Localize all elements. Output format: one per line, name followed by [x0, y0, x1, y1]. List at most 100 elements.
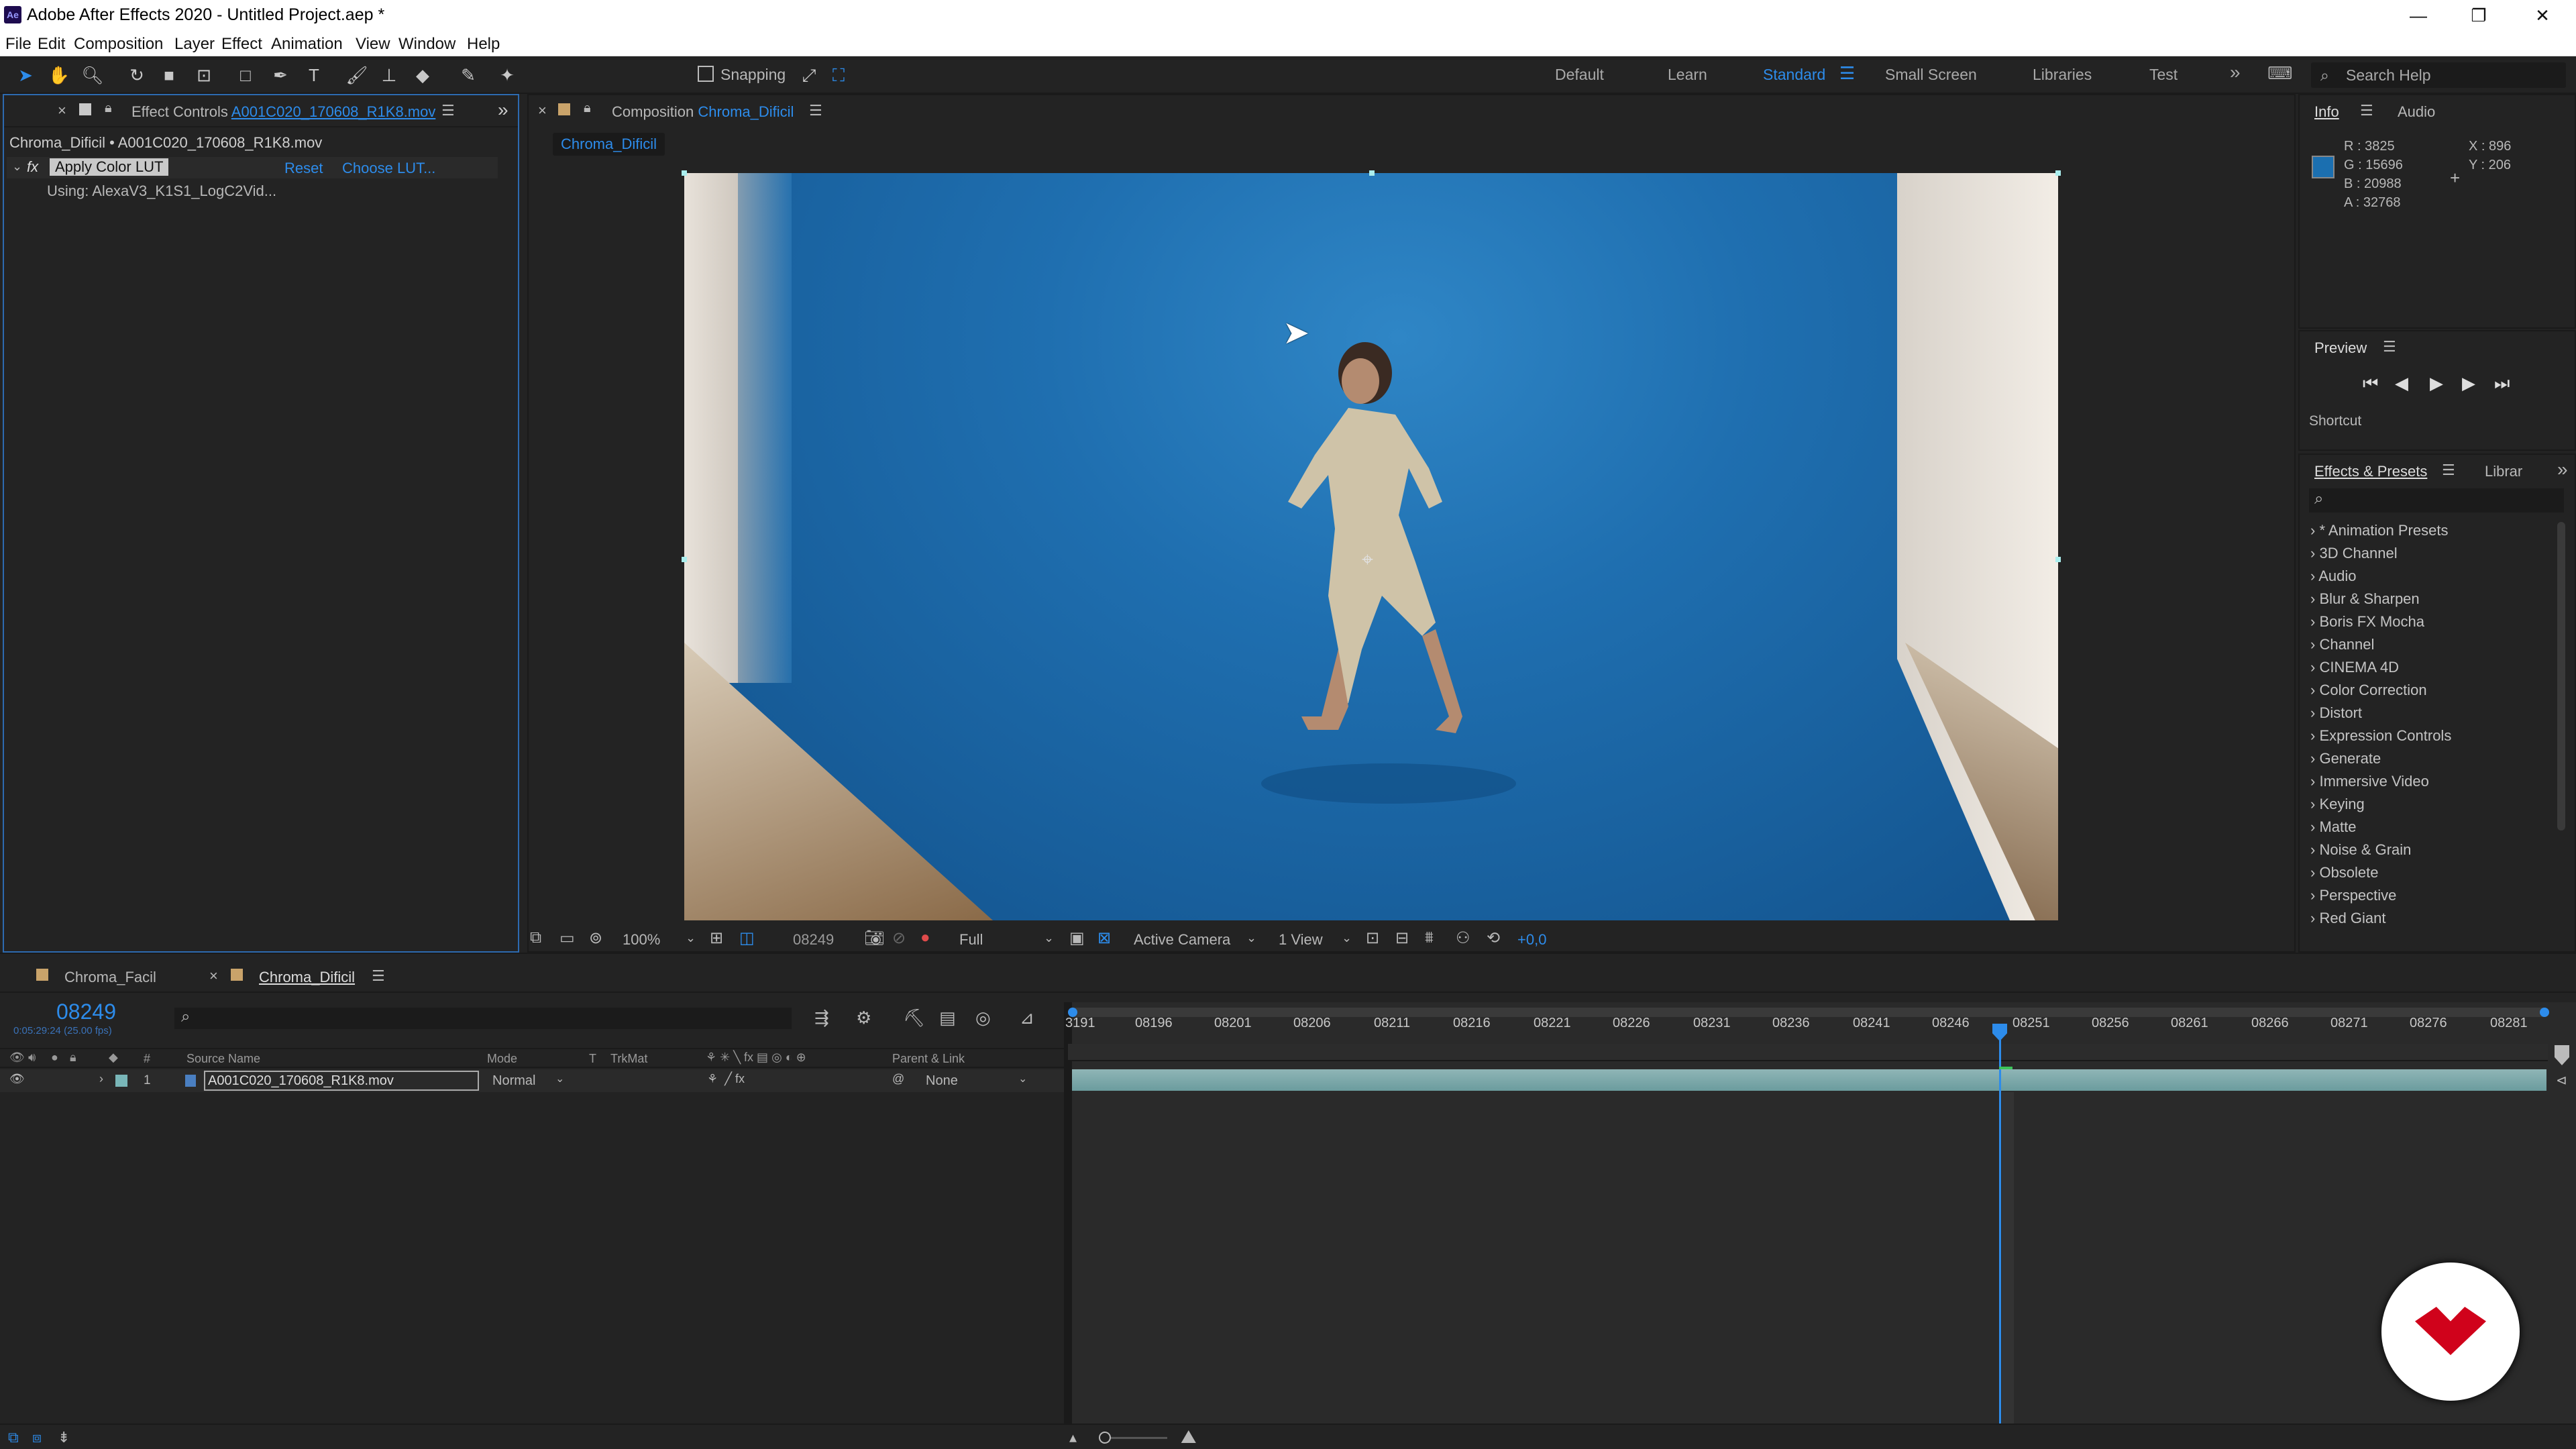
comp-subtab[interactable]: Chroma_Dificil: [553, 133, 665, 156]
search-help-input[interactable]: ⌕ Search Help: [2311, 62, 2566, 88]
fx-icon[interactable]: fx: [27, 158, 38, 176]
fx-category-item[interactable]: › Noise & Grain: [2310, 841, 2411, 859]
layer-expand-icon[interactable]: ›: [99, 1072, 103, 1086]
expand-panels-icon[interactable]: »: [498, 99, 508, 121]
close-tab-icon[interactable]: ×: [209, 967, 218, 985]
timeline-icon[interactable]: ⩩: [1425, 928, 1434, 947]
snapshot-icon[interactable]: 📷︎: [864, 928, 884, 948]
eraser-tool-icon[interactable]: ◆: [409, 62, 436, 89]
layer-label-color[interactable]: [115, 1075, 127, 1087]
workspace-learn[interactable]: Learn: [1668, 66, 1707, 84]
fx-category-item[interactable]: › Expression Controls: [2310, 727, 2451, 745]
last-frame-icon[interactable]: ⏭: [2494, 373, 2510, 394]
always-preview-icon[interactable]: ⧉: [530, 928, 541, 947]
camera-select[interactable]: Active Camera: [1134, 931, 1230, 949]
timeline-menu-icon[interactable]: ☰: [372, 967, 385, 985]
layer-duration-bar[interactable]: [1072, 1069, 2546, 1091]
time-ruler[interactable]: [1068, 1044, 2548, 1061]
handle-top-left[interactable]: [682, 170, 687, 176]
exposure-value[interactable]: +0,0: [1517, 931, 1546, 949]
target-region-icon[interactable]: ▣: [1069, 928, 1085, 948]
menu-window[interactable]: Window: [398, 35, 455, 54]
workspace-test[interactable]: Test: [2149, 66, 2178, 84]
layer-search-input[interactable]: ⌕: [174, 1008, 792, 1029]
menu-edit[interactable]: Edit: [38, 35, 65, 54]
composition-viewer[interactable]: ⌖ ➤: [684, 173, 2058, 920]
fx-category-item[interactable]: › Generate: [2310, 750, 2381, 767]
parent-dropdown-icon[interactable]: ⌄: [1018, 1072, 1027, 1085]
fx-category-item[interactable]: › Channel: [2310, 636, 2374, 653]
header-mode[interactable]: Mode: [487, 1052, 517, 1066]
workspace-small-screen[interactable]: Small Screen: [1885, 66, 1977, 84]
close-tab-icon[interactable]: ×: [58, 102, 66, 119]
work-area-end[interactable]: [2540, 1008, 2549, 1017]
zoom-level[interactable]: 100%: [623, 931, 660, 949]
view-dropdown-icon[interactable]: ⌄: [1342, 931, 1352, 945]
view-layout-select[interactable]: 1 View: [1279, 931, 1323, 949]
choose-lut-button[interactable]: Choose LUT...: [342, 160, 435, 177]
workspace-menu-icon[interactable]: ☰: [1839, 63, 1855, 84]
close-tab-icon[interactable]: ×: [538, 102, 547, 119]
effect-controls-tab[interactable]: Effect Controls A001C020_170608_R1K8.mov: [131, 103, 435, 121]
preview-menu-icon[interactable]: ☰: [2383, 338, 2396, 356]
rotate-tool-icon[interactable]: ↻: [123, 62, 150, 89]
menu-layer[interactable]: Layer: [174, 35, 215, 54]
handle-right[interactable]: [2055, 557, 2061, 562]
effects-menu-icon[interactable]: ☰: [2442, 462, 2455, 479]
workspace-standard[interactable]: Standard: [1763, 66, 1825, 84]
lock-switch-icon[interactable]: 🔒︎: [70, 1051, 76, 1065]
minimize-button[interactable]: —: [2388, 3, 2449, 28]
layer-switches-toggle-icon[interactable]: ⧉: [8, 1429, 19, 1446]
panel-splitter[interactable]: [1064, 1002, 1072, 1449]
next-frame-icon[interactable]: ▶: [2462, 373, 2475, 394]
panel-menu-icon[interactable]: ☰: [809, 102, 822, 119]
fx-category-item[interactable]: › Obsolete: [2310, 864, 2379, 881]
brush-tool-icon[interactable]: 🖌︎: [343, 62, 370, 89]
video-switch-icon[interactable]: 👁︎: [9, 1051, 25, 1065]
mode-dropdown-icon[interactable]: ⌄: [555, 1072, 564, 1085]
menu-composition[interactable]: Composition: [74, 35, 163, 54]
header-trkmat[interactable]: TrkMat: [610, 1052, 647, 1066]
menu-animation[interactable]: Animation: [271, 35, 343, 54]
transparency-grid-icon[interactable]: ⊠: [1097, 928, 1111, 948]
zoom-tool-icon[interactable]: 🔍︎: [79, 62, 106, 89]
lock-icon[interactable]: 🔒︎: [584, 101, 591, 116]
motion-blur-icon[interactable]: ◎: [975, 1008, 991, 1028]
monitor-icon[interactable]: ▭: [559, 928, 575, 948]
fx-category-item[interactable]: › Matte: [2310, 818, 2356, 836]
clone-stamp-tool-icon[interactable]: ⊥: [376, 62, 402, 89]
layer-visibility-icon[interactable]: 👁︎: [9, 1072, 25, 1086]
toggle-pixel-aspect-icon[interactable]: ⊡: [1366, 928, 1379, 948]
menu-file[interactable]: File: [5, 35, 32, 54]
graph-editor-icon[interactable]: ⊿: [1020, 1008, 1034, 1028]
audio-switch-icon[interactable]: 🔊︎: [28, 1051, 36, 1065]
fx-category-item[interactable]: › Blur & Sharpen: [2310, 590, 2420, 608]
time-zoom-handle[interactable]: [1099, 1432, 1111, 1444]
safe-areas-icon[interactable]: ⊞: [710, 928, 723, 948]
frame-blending-icon[interactable]: ▤: [939, 1008, 956, 1028]
restore-button[interactable]: ❐: [2449, 3, 2509, 28]
info-menu-icon[interactable]: ☰: [2360, 102, 2373, 119]
effect-name[interactable]: Apply Color LUT: [50, 158, 169, 176]
selection-tool-icon[interactable]: ➤: [12, 62, 39, 89]
workspace-libraries[interactable]: Libraries: [2033, 66, 2092, 84]
mask-visibility-icon[interactable]: ⊚: [589, 928, 602, 948]
camera-tool-icon[interactable]: ■: [156, 62, 182, 89]
previous-frame-icon[interactable]: ◀: [2395, 373, 2408, 394]
keyboard-shortcuts-icon[interactable]: ⌨: [2267, 63, 2293, 84]
menu-help[interactable]: Help: [467, 35, 500, 54]
solo-switch-icon[interactable]: ●: [51, 1051, 58, 1065]
fx-category-item[interactable]: › Keying: [2310, 796, 2365, 813]
workspaces-overflow-icon[interactable]: »: [2230, 62, 2241, 83]
timeline-tab-chroma-facil[interactable]: Chroma_Facil: [64, 969, 156, 986]
camera-dropdown-icon[interactable]: ⌄: [1246, 931, 1256, 945]
pickwhip-icon[interactable]: @: [892, 1072, 904, 1086]
parent-select[interactable]: None: [926, 1073, 958, 1089]
draft-3d-icon[interactable]: ⚙: [856, 1008, 871, 1028]
resolution-select[interactable]: Full: [959, 931, 983, 949]
menu-view[interactable]: View: [356, 35, 390, 54]
close-button[interactable]: ✕: [2512, 3, 2573, 28]
transfer-controls-toggle-icon[interactable]: ⧈: [32, 1429, 42, 1446]
fx-category-item[interactable]: › CINEMA 4D: [2310, 659, 2399, 676]
preview-tab[interactable]: Preview: [2314, 339, 2367, 357]
